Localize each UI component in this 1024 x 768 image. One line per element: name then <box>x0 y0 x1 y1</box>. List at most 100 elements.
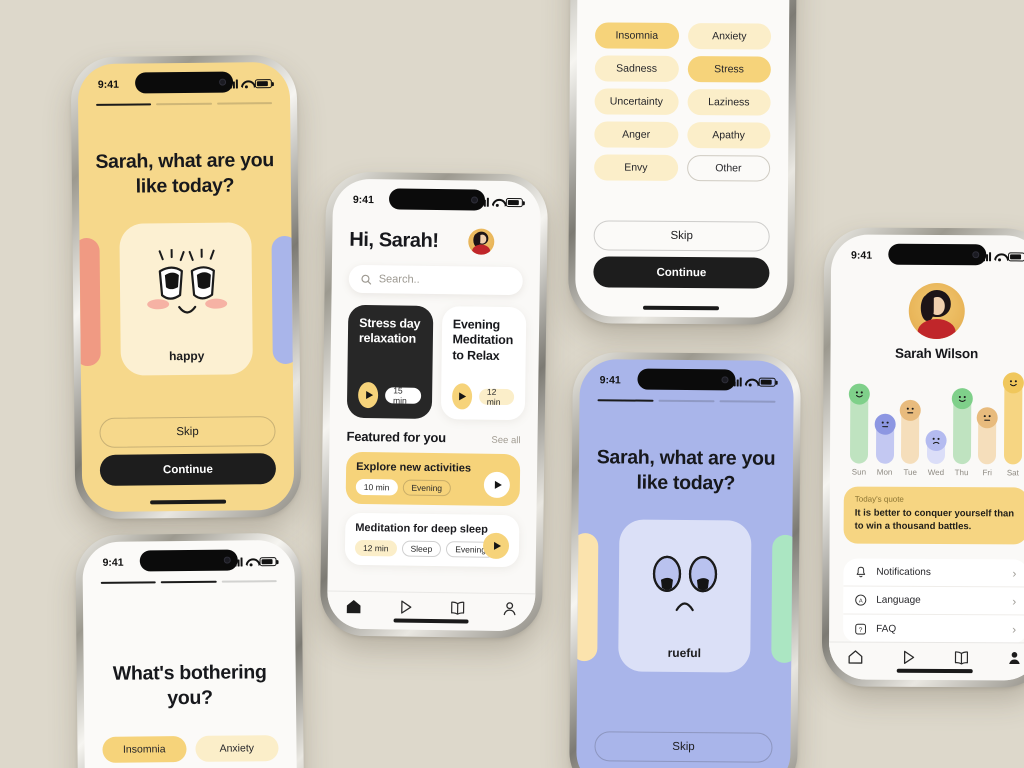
home-indicator[interactable] <box>643 305 720 311</box>
search-input[interactable]: Search.. <box>348 264 523 296</box>
chip-insomnia[interactable]: Insomnia <box>102 736 187 763</box>
chip-anxiety[interactable]: Anxiety <box>687 23 772 50</box>
happy-face-icon <box>120 248 253 325</box>
chip-insomnia[interactable]: Insomnia <box>594 22 679 49</box>
chip-anxiety[interactable]: Anxiety <box>194 735 279 762</box>
dynamic-island <box>888 243 986 266</box>
quote-text: It is better to conquer yourself than to… <box>854 507 1015 532</box>
emotion-card-next[interactable] <box>271 235 295 365</box>
emotion-label: rueful <box>667 645 702 661</box>
chevron-right-icon: › <box>1012 565 1017 580</box>
page-title: What's bothering you? <box>112 661 267 710</box>
chip-uncertainty[interactable]: Uncertainty <box>594 88 679 115</box>
status-time: 9:41 <box>352 193 374 206</box>
chart-column-fri[interactable]: Fri <box>976 407 999 478</box>
dynamic-island <box>139 549 238 572</box>
chart-column-thu[interactable]: Thu <box>951 388 973 477</box>
day-label: Mon <box>876 467 893 477</box>
featured-item-deep-sleep[interactable]: Meditation for deep sleep 12 min Sleep E… <box>344 512 520 568</box>
skip-button[interactable]: Skip <box>594 731 773 763</box>
card-stress-day[interactable]: Stress day relaxation 15 min <box>346 304 434 419</box>
skip-button[interactable]: Skip <box>99 416 276 448</box>
quote-heading: Today's quote <box>854 494 904 504</box>
mood-bar <box>951 388 973 465</box>
screen-home: 9:41 Hi, Sarah! Search.. Stress day rela… <box>326 178 542 632</box>
onboarding-progress <box>78 102 290 107</box>
day-label: Fri <box>982 468 992 478</box>
chart-column-mon[interactable]: Mon <box>874 413 896 477</box>
greeting-text: Hi, Sarah! <box>349 228 439 252</box>
menu-item-notifications[interactable]: Notifications › <box>843 558 1024 588</box>
emotion-selector[interactable]: rueful <box>576 519 794 673</box>
duration-pill: 15 min <box>385 385 421 406</box>
menu-item-faq[interactable]: ? FAQ › <box>843 615 1024 644</box>
dynamic-island <box>388 188 485 211</box>
tab-library[interactable] <box>449 599 466 616</box>
wifi-icon <box>241 79 252 88</box>
book-icon <box>954 650 969 665</box>
featured-section-header: Featured for you See all <box>346 429 520 446</box>
home-indicator[interactable] <box>150 499 227 505</box>
chart-column-sun[interactable]: Sun <box>848 383 870 477</box>
play-button[interactable] <box>451 383 473 410</box>
day-label: Tue <box>903 467 918 477</box>
book-icon <box>450 601 464 615</box>
menu-item-language[interactable]: A Language › <box>843 586 1024 616</box>
menu-label: Notifications <box>876 566 931 578</box>
featured-title: Explore new activities <box>356 460 472 475</box>
tab-profile[interactable] <box>501 599 518 616</box>
mood-bar <box>900 399 922 464</box>
emotion-card-prev[interactable] <box>77 237 101 367</box>
chip-anger[interactable]: Anger <box>594 121 678 148</box>
tab-home[interactable] <box>847 648 864 665</box>
status-time: 9:41 <box>599 373 621 386</box>
continue-button[interactable]: Continue <box>593 256 770 289</box>
tab-bar <box>326 590 536 632</box>
chart-column-tue[interactable]: Tue <box>899 399 922 477</box>
wifi-icon <box>245 557 256 566</box>
chip-sadness[interactable]: Sadness <box>594 55 679 82</box>
settings-menu: Notifications › A Language › ? FAQ › <box>843 558 1024 644</box>
language-icon: A <box>854 594 867 607</box>
tab-home[interactable] <box>345 597 362 614</box>
featured-item-explore[interactable]: Explore new activities 10 min Evening <box>345 451 521 507</box>
avatar[interactable] <box>908 282 965 340</box>
play-icon <box>400 599 411 614</box>
card-evening-meditation[interactable]: Evening Meditation to Relax 12 min <box>440 306 527 421</box>
avatar[interactable] <box>467 228 495 255</box>
chart-column-wed[interactable]: Wed <box>925 429 947 478</box>
wifi-icon <box>994 252 1005 261</box>
tab-library[interactable] <box>953 649 970 666</box>
chip-apathy[interactable]: Apathy <box>686 122 771 149</box>
see-all-link[interactable]: See all <box>491 435 520 446</box>
day-label: Wed <box>927 467 945 478</box>
profile-header: Sarah Wilson <box>831 282 1024 361</box>
page-title: Sarah Wilson <box>895 345 979 362</box>
mood-bar <box>976 407 999 465</box>
phone-bothering: 9:41 What's bothering you? Insomnia Anxi… <box>77 534 303 768</box>
skip-button[interactable]: Skip <box>593 220 770 252</box>
emotion-card-prev[interactable] <box>576 533 599 662</box>
play-button[interactable] <box>357 381 379 409</box>
onboarding-progress <box>83 580 295 585</box>
chip-envy[interactable]: Envy <box>594 154 678 181</box>
chip-stress[interactable]: Stress <box>687 56 771 83</box>
emotion-label: happy <box>168 348 205 364</box>
emotion-selector[interactable]: happy <box>77 222 295 376</box>
emotion-card-next[interactable] <box>771 534 794 663</box>
battery-icon <box>758 377 776 387</box>
emotion-card-current[interactable]: rueful <box>618 519 752 673</box>
tab-play[interactable] <box>397 598 414 615</box>
menu-label: FAQ <box>876 623 897 635</box>
tab-play[interactable] <box>900 648 917 665</box>
chip-other[interactable]: Other <box>686 155 771 182</box>
search-placeholder: Search.. <box>378 273 420 286</box>
chart-column-sat[interactable]: Sat <box>1002 372 1024 477</box>
tab-profile[interactable] <box>1006 649 1023 666</box>
chevron-right-icon: › <box>1012 622 1017 637</box>
continue-button[interactable]: Continue <box>99 453 277 486</box>
home-indicator[interactable] <box>896 668 974 674</box>
emotion-card-current[interactable]: happy <box>119 222 253 376</box>
home-cards: Stress day relaxation 15 min Evening Med… <box>346 304 527 421</box>
chip-laziness[interactable]: Laziness <box>687 89 771 116</box>
